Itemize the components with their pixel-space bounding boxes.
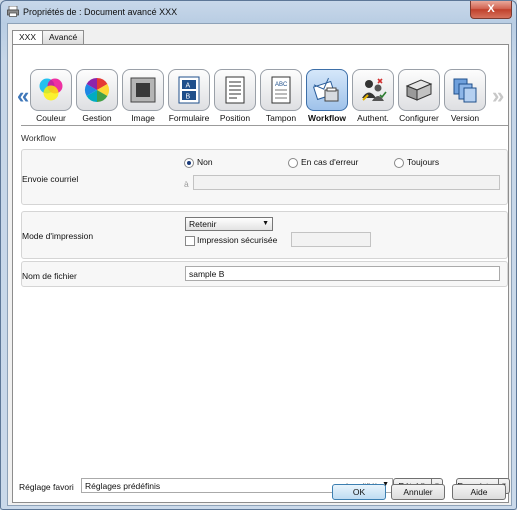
color-circles-icon xyxy=(39,78,63,101)
icon-frame xyxy=(214,69,256,111)
print-mode-group: Mode d'impression Retenir ▼ Impression s… xyxy=(21,211,508,259)
toolbar-item-configurer[interactable]: Configurer xyxy=(397,69,441,123)
icon-frame xyxy=(306,69,348,111)
main-panel: « Couleur Gestion Image A B Formulaire P… xyxy=(12,44,510,503)
scroll-right-icon[interactable]: » xyxy=(492,83,504,109)
print-mode-select[interactable]: Retenir ▼ xyxy=(185,217,273,231)
printer-app-icon xyxy=(7,6,19,17)
favorites-value: Réglages prédéfinis xyxy=(85,481,161,491)
tab-advanced[interactable]: Avancé xyxy=(42,30,85,44)
toolbar-item-version[interactable]: Version xyxy=(443,69,487,123)
cancel-button[interactable]: Annuler xyxy=(391,484,445,500)
image-square-icon xyxy=(130,77,156,103)
workflow-mail-icon xyxy=(313,77,339,102)
color-wheel-icon xyxy=(84,78,110,102)
icon-frame xyxy=(122,69,164,111)
favorites-label: Réglage favori xyxy=(19,482,74,492)
filename-group: Nom de fichier sample B xyxy=(21,261,508,287)
secure-print-checkbox[interactable] xyxy=(185,236,195,246)
email-to-prefix: à xyxy=(184,179,189,189)
ok-button[interactable]: OK xyxy=(332,484,386,500)
email-option-always: Toujours xyxy=(407,157,440,167)
print-mode-value: Retenir xyxy=(189,219,217,229)
svg-text:ABC: ABC xyxy=(275,82,288,88)
icon-frame xyxy=(352,69,394,111)
secure-print-field[interactable] xyxy=(291,232,371,247)
filename-label: Nom de fichier xyxy=(22,271,77,281)
secure-print-label: Impression sécurisée xyxy=(197,235,278,245)
toolbar-item-workflow[interactable]: Workflow xyxy=(305,69,349,123)
filename-input[interactable]: sample B xyxy=(185,266,500,281)
help-button[interactable]: Aide xyxy=(452,484,506,500)
users-auth-icon xyxy=(362,78,387,101)
toolbar-item-position[interactable]: Position xyxy=(213,69,257,123)
email-option-non: Non xyxy=(197,157,213,167)
icon-frame xyxy=(444,69,486,111)
email-to-field[interactable] xyxy=(193,175,500,190)
icon-frame xyxy=(76,69,118,111)
toolbar-label: Version xyxy=(450,113,480,123)
properties-window: Propriétés de : Document avancé XXX X XX… xyxy=(0,0,517,510)
icon-frame xyxy=(398,69,440,111)
chevron-down-icon: ▼ xyxy=(262,220,269,227)
svg-text:A: A xyxy=(186,83,191,90)
icon-frame: ABC xyxy=(260,69,302,111)
toolbar-item-image[interactable]: Image xyxy=(121,69,165,123)
email-group: Envoie courriel Non En cas d'erreur Touj… xyxy=(21,149,508,205)
toolbar-separator xyxy=(21,125,508,126)
printer-config-icon xyxy=(405,79,433,101)
email-radio-always[interactable] xyxy=(394,158,404,168)
print-mode-label: Mode d'impression xyxy=(22,231,94,241)
tab-xxx[interactable]: XXX xyxy=(12,30,44,45)
section-title: Workflow xyxy=(21,133,56,143)
icon-frame: A B xyxy=(168,69,210,111)
toolbar-item-couleur[interactable]: Couleur xyxy=(29,69,73,123)
email-radio-non[interactable] xyxy=(184,158,194,168)
stamp-document-icon: ABC xyxy=(271,76,291,104)
toolbar-item-gestion[interactable]: Gestion xyxy=(75,69,119,123)
email-label: Envoie courriel xyxy=(22,174,79,184)
scroll-left-icon[interactable]: « xyxy=(17,83,29,109)
email-option-on-error: En cas d'erreur xyxy=(301,157,359,167)
email-radio-on-error[interactable] xyxy=(288,158,298,168)
position-document-icon xyxy=(225,76,245,104)
title-bar: Propriétés de : Document avancé XXX X xyxy=(1,1,516,23)
svg-text:B: B xyxy=(186,94,191,101)
client-area: XXX Avancé « Couleur Gestion Image A B F… xyxy=(7,23,512,506)
toolbar-item-authent[interactable]: Authent. xyxy=(351,69,395,123)
version-pages-icon xyxy=(453,78,477,103)
toolbar-item-formulaire[interactable]: A B Formulaire xyxy=(167,69,211,123)
close-button[interactable]: X xyxy=(470,1,512,19)
window-title: Propriétés de : Document avancé XXX xyxy=(23,7,178,17)
form-document-icon: A B xyxy=(178,76,200,104)
toolbar-item-tampon[interactable]: ABC Tampon xyxy=(259,69,303,123)
icon-frame xyxy=(30,69,72,111)
